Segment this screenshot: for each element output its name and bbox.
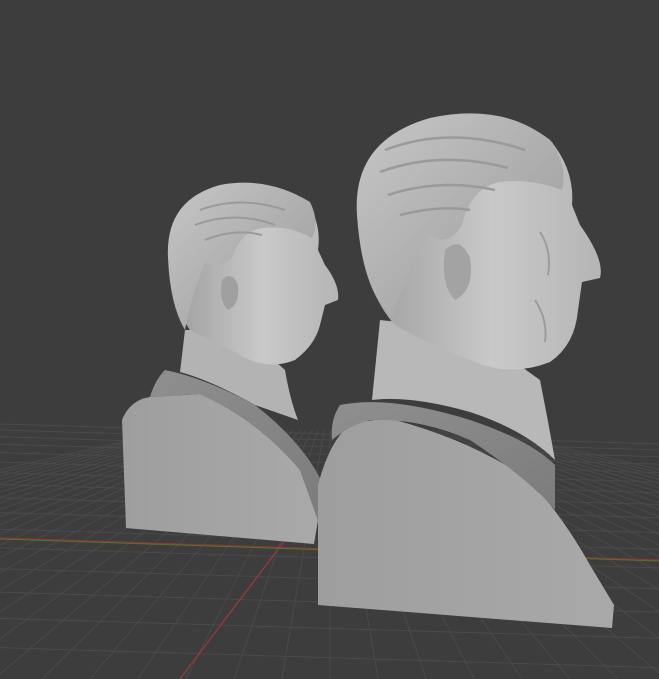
3d-viewport[interactable] — [0, 0, 659, 679]
bust-large[interactable] — [318, 113, 614, 628]
viewport-scene[interactable] — [0, 0, 659, 679]
bust-small[interactable] — [122, 182, 339, 544]
y-axis-line — [179, 539, 286, 679]
